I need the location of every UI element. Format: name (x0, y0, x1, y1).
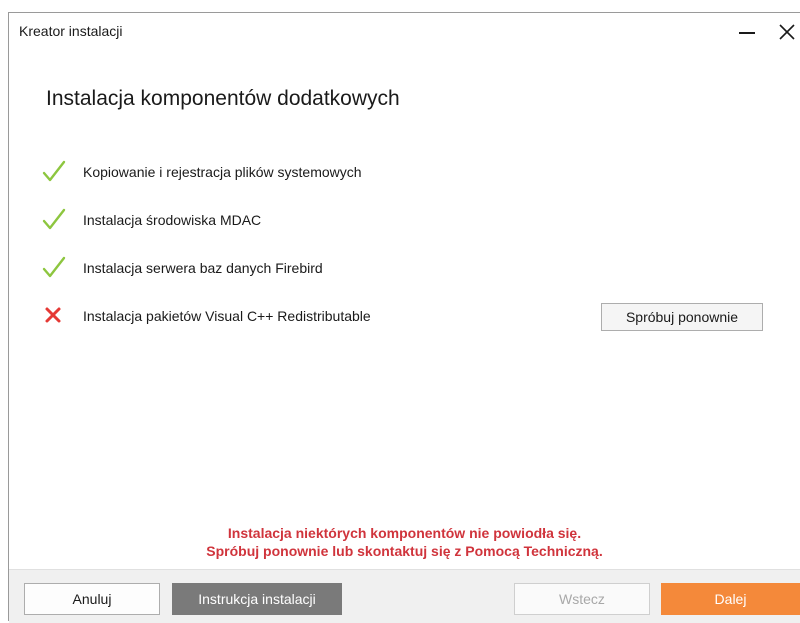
minimize-icon (739, 32, 755, 34)
installation-manual-button[interactable]: Instrukcja instalacji (172, 583, 342, 615)
step-label: Instalacja serwera baz danych Firebird (83, 260, 323, 276)
checkmark-icon (42, 160, 66, 182)
cancel-button[interactable]: Anuluj (24, 583, 160, 615)
error-message-line-1: Instalacja niektórych komponentów nie po… (227, 525, 582, 541)
step-label: Instalacja pakietów Visual C++ Redistrib… (83, 308, 371, 324)
footer-bar: Anuluj Instrukcja instalacji Wstecz Dale… (9, 569, 800, 623)
title-bar: Kreator instalacji (9, 13, 800, 51)
step-item-firebird: Instalacja serwera baz danych Firebird (39, 255, 599, 281)
back-button[interactable]: Wstecz (514, 583, 650, 615)
step-item-visual-cpp: Instalacja pakietów Visual C++ Redistrib… (39, 303, 599, 329)
close-button[interactable] (769, 17, 800, 47)
retry-button[interactable]: Spróbuj ponownie (601, 303, 763, 331)
cross-icon (45, 307, 61, 323)
step-label: Kopiowanie i rejestracja plików systemow… (83, 164, 362, 180)
window-title: Kreator instalacji (19, 23, 123, 39)
close-icon (779, 24, 795, 40)
page-title: Instalacja komponentów dodatkowych (46, 87, 400, 110)
minimize-button[interactable] (729, 17, 765, 47)
error-message-line-2: Spróbuj ponownie lub skontaktuj się z Po… (206, 543, 603, 559)
step-item-system-files: Kopiowanie i rejestracja plików systemow… (39, 159, 599, 185)
installer-window: Kreator instalacji Instalacja komponentó… (8, 12, 800, 623)
checkmark-icon (42, 256, 66, 278)
checkmark-icon (42, 208, 66, 230)
next-button[interactable]: Dalej (661, 583, 800, 615)
step-item-mdac: Instalacja środowiska MDAC (39, 207, 599, 233)
step-label: Instalacja środowiska MDAC (83, 212, 262, 228)
